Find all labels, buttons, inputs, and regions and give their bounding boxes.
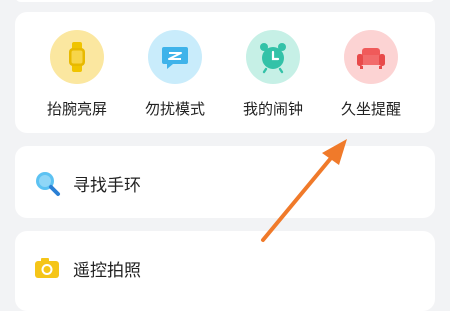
watch-icon bbox=[50, 30, 104, 84]
find-band-row[interactable]: 寻找手环 bbox=[15, 146, 435, 218]
remote-photo-label: 遥控拍照 bbox=[73, 261, 141, 281]
message-icon bbox=[148, 30, 202, 84]
function-raise-to-wake[interactable]: 抬腕亮屏 bbox=[37, 30, 117, 126]
function-label: 久坐提醒 bbox=[340, 100, 401, 118]
alarm-clock-icon bbox=[246, 30, 300, 84]
search-icon bbox=[33, 169, 61, 197]
sofa-icon bbox=[344, 30, 398, 84]
function-my-alarm[interactable]: 我的闹钟 bbox=[233, 30, 313, 126]
quick-functions-card: 抬腕亮屏 勿扰模式 我的闹钟 久坐提醒 bbox=[15, 12, 435, 133]
function-do-not-disturb[interactable]: 勿扰模式 bbox=[135, 30, 215, 126]
top-card-edge bbox=[15, 0, 435, 2]
function-label: 我的闹钟 bbox=[242, 100, 303, 118]
remote-photo-row[interactable]: 遥控拍照 bbox=[15, 231, 435, 311]
function-label: 抬腕亮屏 bbox=[46, 100, 107, 118]
function-sedentary-reminder[interactable]: 久坐提醒 bbox=[331, 30, 411, 126]
find-band-label: 寻找手环 bbox=[73, 176, 141, 196]
function-label: 勿扰模式 bbox=[144, 100, 205, 118]
camera-icon bbox=[33, 254, 61, 282]
